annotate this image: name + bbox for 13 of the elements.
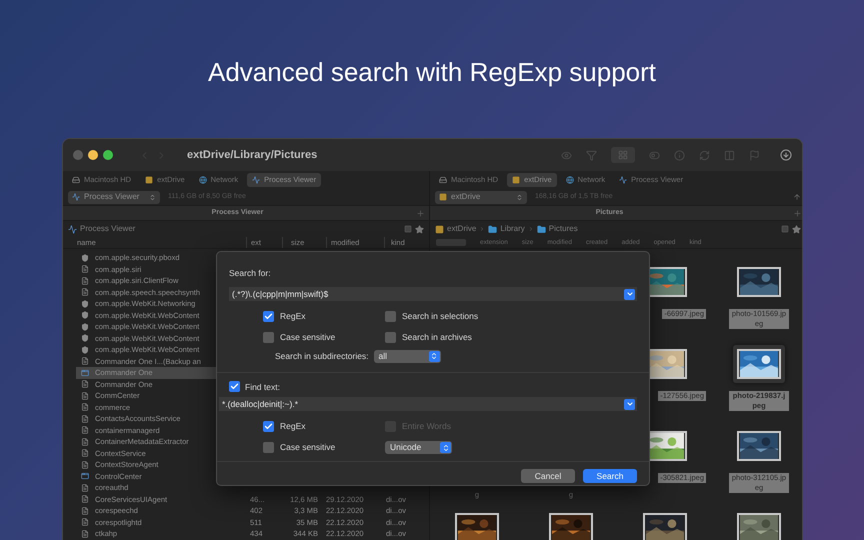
- option-label: Case sensitive: [280, 441, 336, 454]
- subdirectories-label: Search in subdirectories:: [275, 350, 369, 362]
- option-label: Case sensitive: [280, 330, 336, 344]
- window-title: extDrive/Library/Pictures: [187, 148, 318, 163]
- field-value: (.*?)\.(c|cpp|m|mm|swift)$: [232, 288, 328, 300]
- search-for-label: Search for:: [229, 268, 271, 278]
- field-value: *.(dealloc|deinit|:~).*: [222, 398, 298, 411]
- option-label: RegEx: [280, 420, 306, 433]
- option-label: RegEx: [280, 310, 306, 323]
- headline: Advanced search with RegExp support: [208, 56, 656, 88]
- find-text-label: Find text:: [245, 380, 280, 394]
- option-label: Search in selections: [402, 310, 478, 323]
- option-label: Search in archives: [402, 330, 472, 344]
